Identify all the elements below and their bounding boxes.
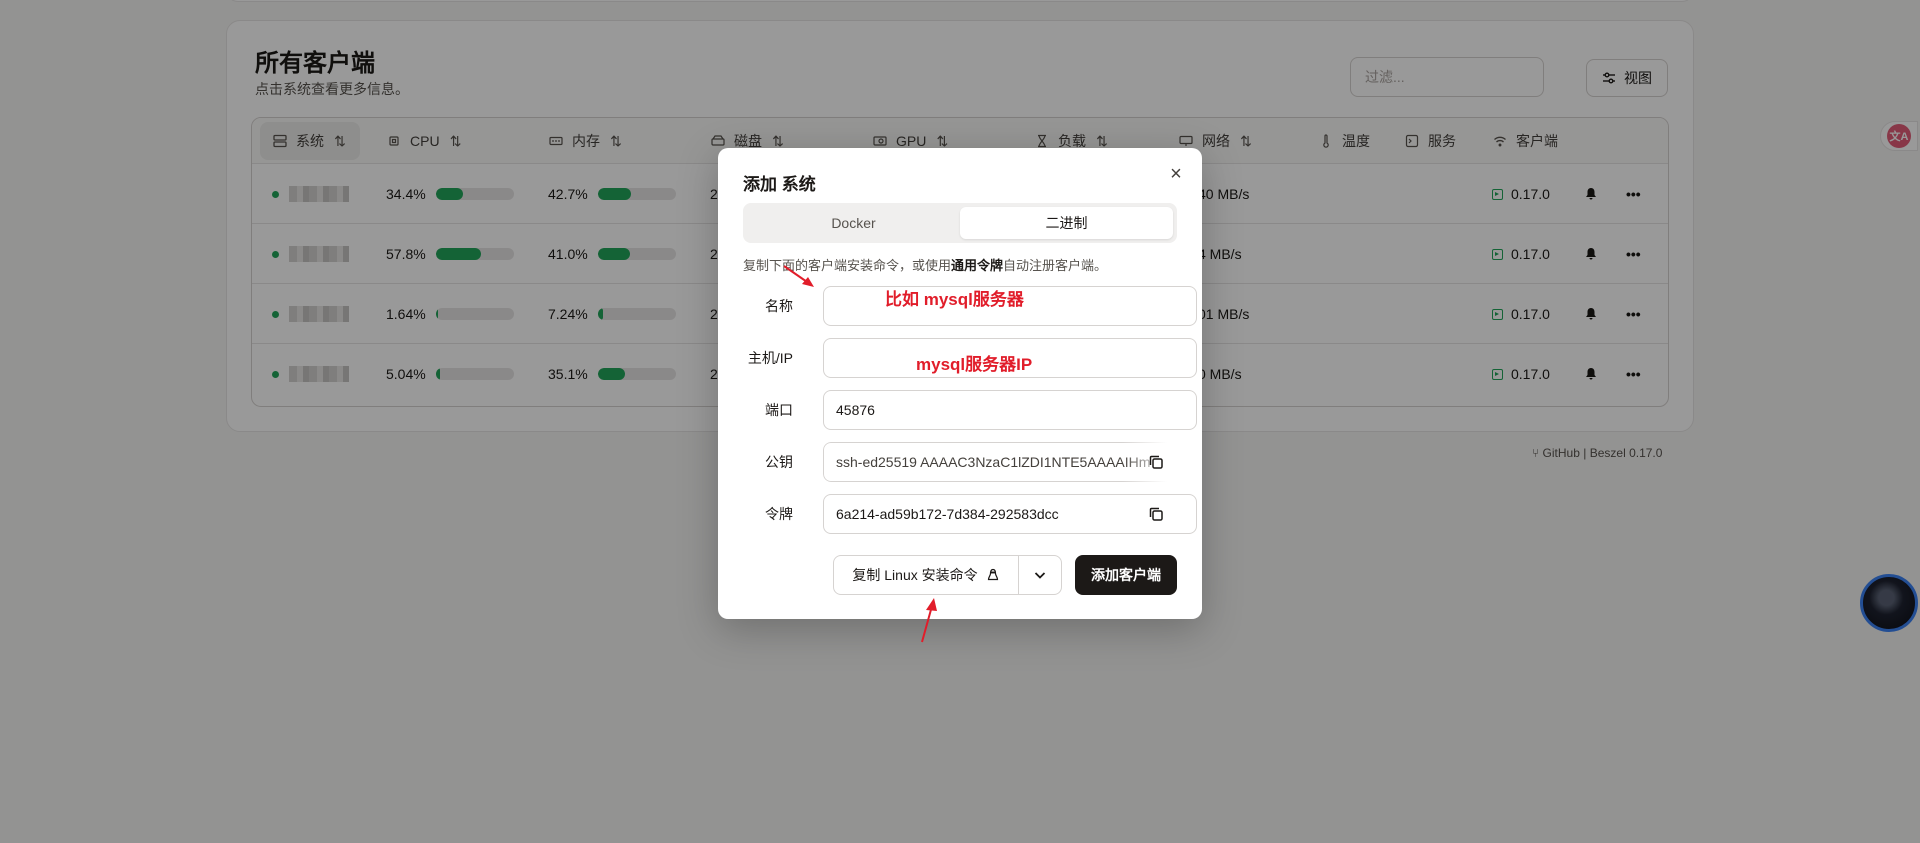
chevron-down-icon: [1034, 572, 1046, 579]
dialog-description: 复制下面的客户端安装命令，或使用通用令牌自动注册客户端。: [743, 255, 1107, 274]
dialog-title: 添加 系统: [743, 175, 816, 194]
token-input[interactable]: 6a214-ad59b172-7d384-292583dcc: [823, 494, 1197, 534]
desc-text: 复制下面的客户端安装命令，或使用: [743, 258, 952, 273]
port-row: 端口 45876: [743, 390, 1197, 430]
port-input[interactable]: 45876: [823, 390, 1197, 430]
host-label: 主机/IP: [747, 350, 793, 366]
close-icon[interactable]: ×: [1166, 164, 1186, 184]
port-label: 端口: [765, 402, 793, 418]
copy-install-command-button[interactable]: 复制 Linux 安装命令: [833, 555, 1019, 595]
install-options-dropdown[interactable]: [1018, 555, 1062, 595]
desc-text-end: 自动注册客户端。: [1003, 258, 1108, 273]
annotation-host-hint: mysql服务器IP: [916, 355, 1033, 374]
pubkey-label: 公钥: [765, 454, 793, 470]
linux-icon: [987, 568, 998, 581]
add-client-button[interactable]: 添加客户端: [1075, 555, 1177, 595]
add-system-dialog: × 添加 系统 Docker 二进制 复制下面的客户端安装命令，或使用通用令牌自…: [718, 148, 1202, 619]
tab-docker[interactable]: Docker: [747, 207, 960, 239]
pubkey-input[interactable]: ssh-ed25519 AAAAC3NzaC1lZDI1NTE5AAAAIHm: [823, 442, 1197, 482]
token-row: 令牌 6a214-ad59b172-7d384-292583dcc: [743, 494, 1197, 534]
name-label: 名称: [765, 298, 793, 314]
copy-icon[interactable]: [1147, 453, 1165, 471]
token-label: 令牌: [765, 506, 793, 522]
copy-install-command-label: 复制 Linux 安装命令: [852, 567, 978, 583]
copy-icon[interactable]: [1147, 505, 1165, 523]
tab-binary[interactable]: 二进制: [960, 207, 1173, 239]
universal-token-link[interactable]: 通用令牌: [951, 258, 1003, 273]
annotation-name-hint: 比如 mysql服务器: [885, 290, 1024, 309]
install-method-tabs: Docker 二进制: [743, 203, 1177, 243]
pubkey-row: 公钥 ssh-ed25519 AAAAC3NzaC1lZDI1NTE5AAAAI…: [743, 442, 1197, 482]
